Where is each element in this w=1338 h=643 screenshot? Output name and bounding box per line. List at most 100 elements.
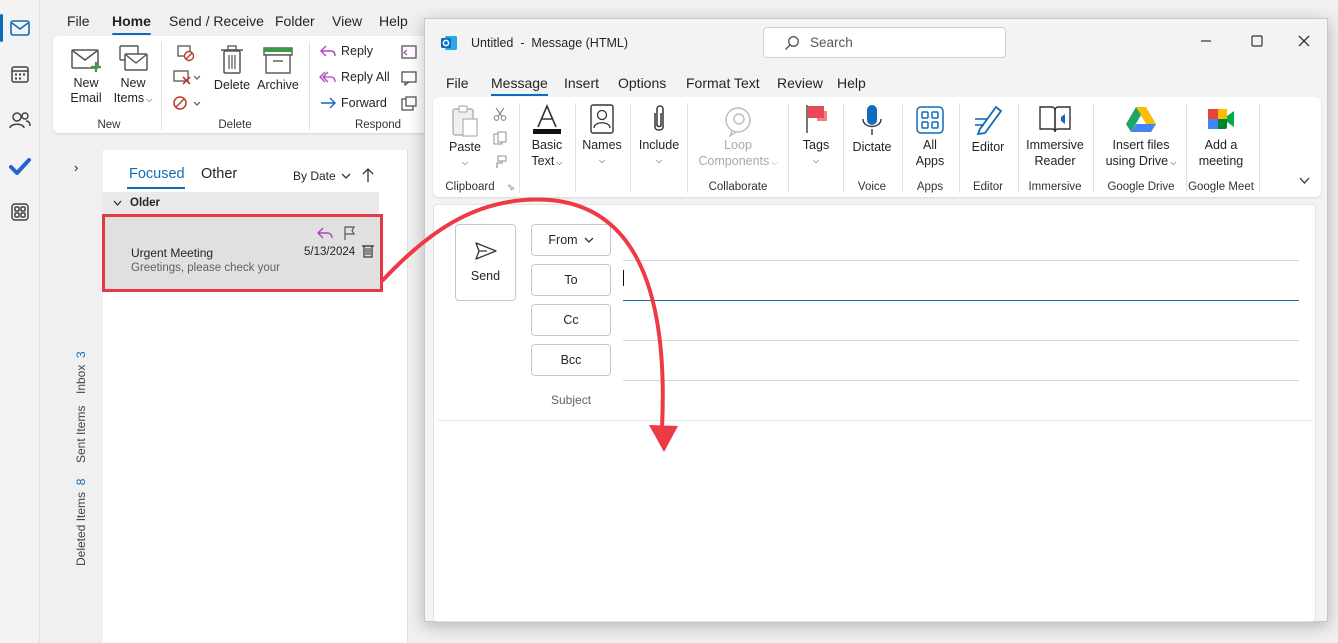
people-icon[interactable]	[8, 108, 32, 132]
send-icon	[474, 242, 497, 260]
folder-deleted-items[interactable]: Deleted Items 8	[74, 479, 88, 566]
tab-focused[interactable]: Focused	[129, 166, 185, 182]
compose-tab-insert[interactable]: Insert	[564, 75, 599, 91]
folder-sent-items[interactable]: Sent Items	[74, 406, 88, 463]
apps-icon[interactable]	[8, 200, 32, 224]
search-placeholder: Search	[810, 35, 853, 50]
sort-direction-arrow-icon[interactable]	[362, 167, 374, 183]
mail-icon[interactable]	[8, 16, 32, 40]
expand-chevron-icon[interactable]: ›	[74, 160, 78, 175]
chevron-down-icon	[341, 173, 351, 179]
compose-tab-options[interactable]: Options	[618, 75, 666, 91]
tab-other[interactable]: Other	[201, 166, 237, 182]
names-button[interactable]: Names ⌵	[581, 103, 623, 169]
immersive-reader-button[interactable]: Immersive Reader	[1022, 103, 1088, 169]
editor-button[interactable]: Editor	[964, 103, 1012, 155]
group-immersive-label: Immersive	[1028, 181, 1082, 193]
sort-by-date-dropdown[interactable]: By Date	[293, 169, 351, 183]
group-header-older[interactable]: Older	[103, 192, 379, 214]
from-button[interactable]: From	[531, 224, 611, 256]
new-items-icon	[119, 45, 148, 71]
outlook-logo-icon	[440, 34, 458, 52]
message-body-editor[interactable]	[438, 422, 1313, 617]
im-button[interactable]	[401, 70, 421, 86]
search-box[interactable]: Search	[763, 27, 1006, 58]
google-drive-icon	[1126, 107, 1156, 132]
junk-button[interactable]	[171, 94, 205, 112]
close-button[interactable]	[1298, 35, 1310, 47]
tab-folder[interactable]: Folder	[275, 13, 315, 29]
format-painter-icon[interactable]	[493, 155, 507, 169]
send-button[interactable]: Send	[455, 224, 516, 301]
all-apps-button[interactable]: All Apps	[907, 105, 953, 169]
tab-file[interactable]: File	[67, 13, 90, 29]
forward-button[interactable]: Forward	[319, 96, 387, 110]
bcc-field[interactable]	[623, 343, 1299, 381]
chat-icon	[401, 71, 417, 86]
subject-field[interactable]	[623, 383, 1299, 419]
archive-button[interactable]: Archive	[256, 44, 300, 93]
cc-field[interactable]	[623, 303, 1299, 341]
cut-icon[interactable]	[493, 107, 507, 121]
dictate-button[interactable]: Dictate	[847, 103, 897, 155]
folder-inbox[interactable]: Inbox 3	[74, 351, 88, 394]
reply-button[interactable]: Reply	[319, 44, 373, 58]
ignore-button[interactable]	[171, 44, 201, 62]
basic-text-button[interactable]: Basic Text ⌵	[526, 103, 568, 171]
flag-icon	[806, 105, 827, 133]
maximize-icon	[1251, 35, 1263, 47]
inbox-count: 3	[74, 351, 88, 358]
copy-icon[interactable]	[493, 131, 507, 145]
new-items-button[interactable]: New Items ⌵	[110, 44, 156, 107]
reply-all-icon	[319, 71, 336, 83]
compose-body: Send From To Cc Bcc Subject	[433, 204, 1316, 622]
paste-button[interactable]: Paste ⌵	[445, 105, 485, 171]
todo-icon[interactable]	[8, 154, 32, 178]
ignore-icon	[177, 45, 195, 62]
minimize-button[interactable]	[1200, 35, 1212, 47]
tab-view[interactable]: View	[332, 13, 362, 29]
tags-button[interactable]: Tags ⌵	[795, 103, 837, 169]
compose-tab-message[interactable]: Message	[491, 75, 548, 96]
group-new-label: New	[97, 119, 121, 131]
trash-icon	[221, 45, 243, 74]
chevron-down-icon: ⌵	[812, 156, 820, 165]
add-meeting-button[interactable]: Add a meeting	[1189, 105, 1253, 169]
highlight-box	[102, 214, 383, 292]
loop-components-button[interactable]: Loop Components ⌵	[691, 105, 785, 171]
insert-files-drive-button[interactable]: Insert files using Drive ⌵	[1098, 105, 1184, 171]
dialog-launcher-icon[interactable]: ⬂	[507, 182, 515, 193]
compose-tab-help[interactable]: Help	[837, 75, 866, 91]
reply-all-button[interactable]: Reply All	[319, 70, 390, 84]
close-icon	[1298, 35, 1310, 47]
loop-icon	[725, 107, 751, 137]
tab-send-receive[interactable]: Send / Receive	[169, 13, 264, 29]
calendar-icon[interactable]	[8, 62, 32, 86]
to-field[interactable]	[623, 263, 1299, 301]
compose-tab-review[interactable]: Review	[777, 75, 823, 91]
tab-home[interactable]: Home	[112, 13, 151, 35]
group-google-drive-label: Google Drive	[1107, 181, 1175, 193]
immersive-reader-icon	[1039, 106, 1071, 133]
forward-icon	[321, 97, 336, 109]
to-button[interactable]: To	[531, 264, 611, 296]
compose-tab-file[interactable]: File	[446, 75, 469, 91]
meeting-reply-button[interactable]	[401, 44, 421, 60]
cc-button[interactable]: Cc	[531, 304, 611, 336]
more-respond-button[interactable]	[401, 96, 421, 112]
chevron-down-icon: ⌵	[144, 95, 153, 104]
compose-tab-format-text[interactable]: Format Text	[686, 75, 760, 91]
include-button[interactable]: Include ⌵	[636, 103, 682, 169]
tab-help[interactable]: Help	[379, 13, 408, 29]
new-email-button[interactable]: New Email	[67, 44, 105, 106]
folder-pane-collapsed: › Inbox 3 Sent Items Deleted Items 8	[54, 150, 104, 643]
more-respond-icon	[401, 96, 417, 111]
maximize-button[interactable]	[1251, 35, 1263, 47]
reply-icon	[320, 45, 336, 57]
google-meet-icon	[1208, 109, 1234, 129]
ribbon-expand-chevron-icon[interactable]	[1299, 177, 1310, 184]
bcc-button[interactable]: Bcc	[531, 344, 611, 376]
cleanup-button[interactable]	[171, 68, 205, 86]
delete-button[interactable]: Delete	[213, 44, 251, 93]
editor-pen-icon	[975, 105, 1003, 136]
